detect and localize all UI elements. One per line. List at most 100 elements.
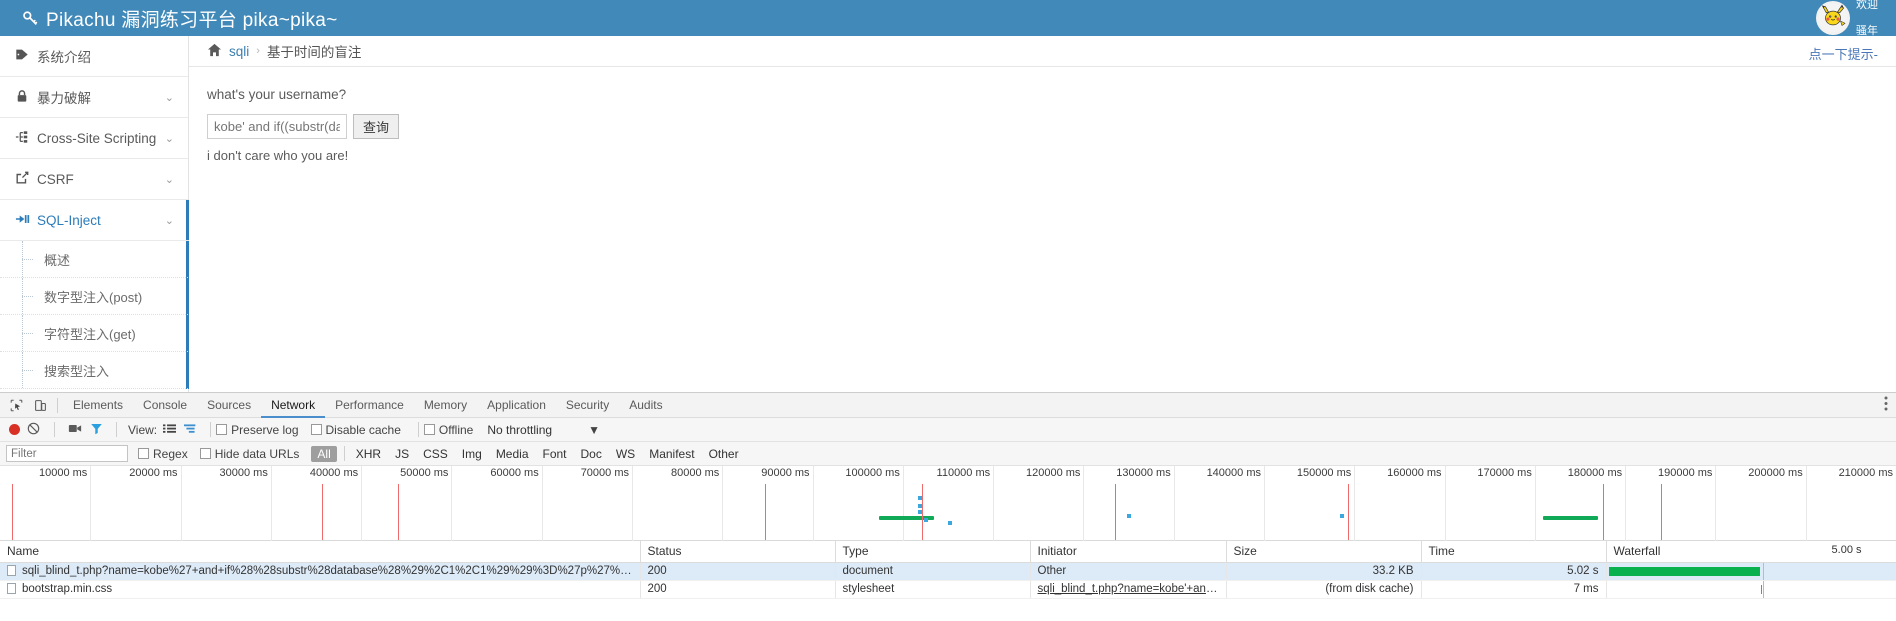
vertical-dots-icon[interactable] [1884,396,1888,413]
timeline-request-dot [948,521,952,525]
app-brand: Pikachu 漏洞练习平台 pika~pika~ [22,5,338,32]
type-filter-other[interactable]: Other [703,446,745,462]
table-row[interactable]: sqli_blind_t.php?name=kobe%27+and+if%28%… [0,562,1896,581]
record-icon[interactable] [9,424,20,435]
cell-size: (from disk cache) [1226,580,1422,599]
column-header-type[interactable]: Type [835,541,1031,563]
waterfall-marker-line [1762,580,1764,597]
list-view-icon[interactable] [163,423,177,437]
column-header-initiator[interactable]: Initiator [1030,541,1227,563]
username-input[interactable] [207,114,347,139]
breadcrumb-parent-link[interactable]: sqli [229,44,249,59]
hide-data-urls-checkbox[interactable]: Hide data URLs [199,447,299,461]
timeline-tick: 190000 ms [1658,466,1717,541]
sidebar-item-system-intro[interactable]: 系统介绍 [0,36,188,77]
timeline-tick-label: 210000 ms [1838,467,1893,479]
type-filter-manifest[interactable]: Manifest [643,446,700,462]
welcome-line-1: 欢迎 [1856,0,1878,11]
waterfall-view-icon[interactable] [184,423,197,437]
waterfall-bar [1609,566,1760,576]
offline-checkbox[interactable]: Offline [423,422,474,437]
type-filter-doc[interactable]: Doc [575,446,608,462]
type-filter-img[interactable]: Img [456,446,488,462]
timeline-request-dot [1127,514,1131,518]
column-header-time[interactable]: Time [1421,541,1607,563]
type-filter-css[interactable]: CSS [417,446,454,462]
chevron-down-icon[interactable]: ▼ [588,423,600,437]
request-name: bootstrap.min.css [22,583,113,595]
sidebar-item-label: 系统介绍 [37,50,91,65]
funnel-icon[interactable] [90,422,103,438]
result-message: i don't care who you are! [207,148,349,163]
filter-input[interactable] [6,445,128,462]
timeline-tick-label: 120000 ms [1025,467,1081,479]
network-timeline-overview[interactable]: 10000 ms 20000 ms 30000 ms 40000 ms 50000 ms… [0,466,1896,541]
type-filter-all[interactable]: All [311,445,337,462]
network-toolbar: View: Preserve log Disable cache Offline… [0,418,1896,442]
tab-performance[interactable]: Performance [325,393,414,418]
tab-security[interactable]: Security [556,393,619,418]
timeline-request-dot [924,518,928,522]
timeline-tick-label: 180000 ms [1567,467,1623,479]
tab-sources[interactable]: Sources [197,393,261,418]
column-header-name[interactable]: Name [0,541,641,563]
type-filter-media[interactable]: Media [490,446,535,462]
tab-elements[interactable]: Elements [63,393,133,418]
hint-link[interactable]: 点一下提示- [1809,44,1878,63]
table-row[interactable]: bootstrap.min.css 200 stylesheet sqli_bl… [0,580,1896,599]
column-header-waterfall[interactable]: Waterfall 5.00 s [1606,541,1896,563]
column-header-status[interactable]: Status [640,541,836,563]
sidebar-item-brute-force[interactable]: 暴力破解 ⌄ [0,77,188,118]
type-filter-font[interactable]: Font [537,446,573,462]
cell-status: 200 [640,562,836,581]
timeline-tick: 180000 ms [1568,466,1627,541]
timeline-tick: 50000 ms [400,466,453,541]
tab-audits[interactable]: Audits [619,393,672,418]
sidebar-subitem-overview[interactable]: 概述 [0,241,188,278]
disable-cache-checkbox[interactable]: Disable cache [310,423,401,437]
timeline-tick: 40000 ms [310,466,363,541]
cell-initiator[interactable]: sqli_blind_t.php?name=kobe'+and+if((subs… [1030,580,1227,599]
offline-label: Offline [438,422,474,437]
sidebar-subitem-search-injection[interactable]: 搜索型注入 [0,352,188,389]
sidebar-item-csrf[interactable]: CSRF ⌄ [0,159,188,200]
question-label: what's your username? [207,87,347,102]
tab-application[interactable]: Application [477,393,556,418]
type-filter-js[interactable]: JS [389,446,415,462]
timeline-tick: 170000 ms [1477,466,1536,541]
type-filter-ws[interactable]: WS [610,446,641,462]
cell-time: 7 ms [1421,580,1607,599]
user-box[interactable]: 欢迎 骚年 [1816,0,1896,37]
cell-initiator: Other [1030,562,1227,581]
timeline-event-line [12,484,13,540]
regex-label: Regex [153,446,188,461]
tab-memory[interactable]: Memory [414,393,477,418]
cell-time: 5.02 s [1421,562,1607,581]
clear-icon[interactable] [27,422,40,438]
sidebar-subitem-string-get[interactable]: 字符型注入(get) [0,315,188,352]
timeline-tick-label: 190000 ms [1657,467,1713,479]
timeline-request-dot [918,504,922,508]
throttling-select[interactable]: No throttling [487,423,552,437]
cell-waterfall [1606,562,1896,581]
camera-icon[interactable] [68,423,82,437]
tab-network[interactable]: Network [261,393,325,418]
regex-checkbox[interactable]: Regex [138,447,188,461]
device-toolbar-icon[interactable] [28,394,52,416]
timeline-tick-label: 110000 ms [936,467,991,479]
cell-waterfall [1606,580,1896,599]
preserve-log-checkbox[interactable]: Preserve log [216,423,299,437]
sidebar-subitem-numeric-post[interactable]: 数字型注入(post) [0,278,188,315]
home-icon[interactable] [207,43,222,60]
inspect-element-icon[interactable] [4,394,28,416]
pikachu-avatar [1816,1,1850,35]
type-filter-xhr[interactable]: XHR [350,446,387,462]
checkbox-box [423,423,435,435]
tab-console[interactable]: Console [133,393,197,418]
sidebar-item-sql-inject[interactable]: SQL-Inject ⌄ [0,200,189,241]
waterfall-label: Waterfall [1613,544,1661,559]
sidebar-item-xss[interactable]: Cross-Site Scripting ⌄ [0,118,188,159]
breadcrumb: sqli › 基于时间的盲注 [189,36,1896,67]
submit-query-button[interactable]: 查询 [353,114,400,139]
column-header-size[interactable]: Size [1226,541,1422,563]
